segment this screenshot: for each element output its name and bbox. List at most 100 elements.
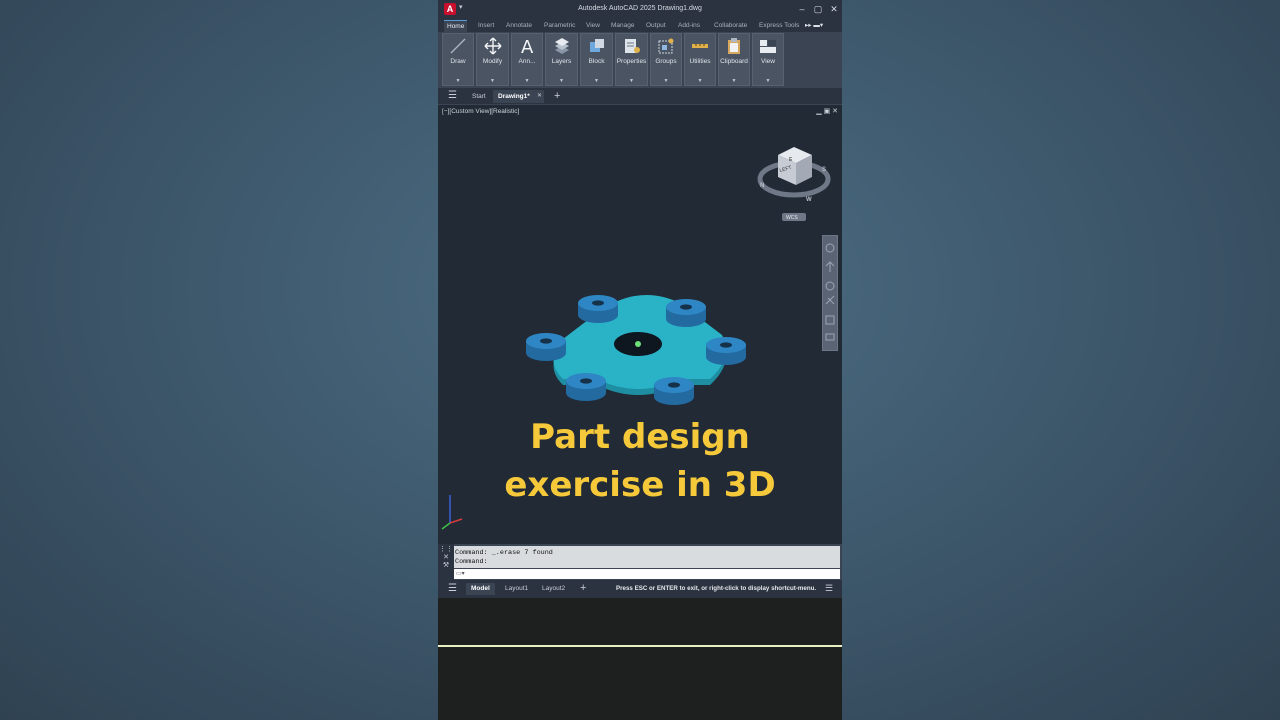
chevron-down-icon: ▼ [629, 78, 634, 84]
viewcube[interactable]: LEFT N W S E WCS [754, 139, 834, 229]
overlay-title-line2: exercise in 3D [504, 465, 776, 505]
more-tabs-icon[interactable]: ▸▸ ▬▾ [802, 20, 826, 32]
groups-icon [651, 37, 681, 55]
command-side-tools: ⋮⋮ ✕ ⚒ [438, 544, 454, 580]
window-title: Autodesk AutoCAD 2025 Drawing1.dwg [578, 5, 702, 12]
tab-output[interactable]: Output [643, 20, 669, 32]
command-history: Command: _.erase 7 found Command: [454, 546, 840, 568]
utilities-button[interactable]: Utilities ▼ [684, 33, 716, 86]
clipboard-icon [719, 37, 749, 55]
tab-add-ins[interactable]: Add-ins [675, 20, 703, 32]
orbit-icon[interactable] [825, 295, 835, 305]
zoom-icon[interactable] [825, 281, 835, 291]
command-history-line: Command: _.erase 7 found [455, 549, 553, 557]
part-3d-model[interactable] [520, 277, 756, 417]
viewport-controls-label[interactable]: [−][Custom View][Realistic] [442, 108, 519, 115]
tab-layout1[interactable]: Layout1 [500, 583, 533, 595]
boss-5[interactable] [566, 373, 606, 401]
drawing-viewport[interactable]: [−][Custom View][Realistic] ▁ ▣ ✕ LEFT N… [438, 104, 842, 545]
tab-model[interactable]: Model [466, 583, 495, 595]
command-history-line: Command: [455, 558, 488, 566]
chevron-down-icon: ▼ [524, 78, 530, 84]
tab-express-tools[interactable]: Express Tools [756, 20, 802, 32]
pan-icon[interactable] [825, 261, 835, 272]
tab-manage[interactable]: Manage [608, 20, 638, 32]
boss-6[interactable] [654, 377, 694, 405]
chevron-down-icon: ▼ [559, 78, 564, 84]
clipboard-label: Clipboard [720, 58, 748, 65]
ribbon-tab-bar: Home Insert Annotate Parametric View Man… [438, 18, 842, 33]
chevron-down-icon: ▼ [731, 78, 737, 84]
ucs-icon [441, 495, 463, 530]
status-message: Press ESC or ENTER to exit, or right-cli… [616, 585, 817, 592]
tab-layout2[interactable]: Layout2 [537, 583, 570, 595]
close-command-icon[interactable]: ✕ [438, 553, 454, 561]
tab-parametric[interactable]: Parametric [541, 20, 578, 32]
lower-screen-area [438, 598, 842, 720]
customize-wrench-icon[interactable]: ⚒ [438, 561, 454, 569]
chevron-down-icon: ▼ [765, 78, 771, 84]
compass-west-label: W [806, 197, 812, 203]
text-icon: A [512, 37, 542, 55]
annotation-label: Ann... [518, 58, 536, 65]
annotation-button[interactable]: A Ann... ▼ [511, 33, 543, 86]
viewport-window-controls[interactable]: ▁ ▣ ✕ [816, 107, 838, 115]
boss-4[interactable] [706, 337, 746, 365]
layout-status-bar: ☰ Model Layout1 Layout2 + Press ESC or E… [438, 580, 842, 598]
add-layout-button[interactable]: + [575, 583, 591, 595]
close-button[interactable]: ✕ [825, 2, 842, 16]
compass-north-label: N [760, 183, 764, 189]
block-button[interactable]: Block ▼ [580, 33, 613, 86]
block-icon [581, 37, 612, 55]
view-button[interactable]: View ▼ [752, 33, 784, 86]
status-menu-icon[interactable]: ☰ [825, 583, 833, 595]
chevron-down-icon: ▼ [455, 78, 461, 84]
navbar-menu-icon[interactable] [825, 333, 835, 341]
svg-text:A: A [521, 37, 534, 55]
highlight-line [438, 645, 842, 647]
grip-icon[interactable]: ⋮⋮ [438, 545, 454, 553]
chevron-down-icon: ▼ [663, 78, 669, 84]
layout-menu-icon[interactable]: ☰ [443, 583, 462, 595]
document-tab-bar: ☰ Start Drawing1* ✕ + [438, 88, 842, 104]
groups-label: Groups [655, 58, 677, 65]
measure-icon [685, 37, 715, 55]
utilities-label: Utilities [689, 58, 711, 65]
command-prompt-icon[interactable]: ▭▾ [456, 570, 465, 577]
move-icon [477, 37, 508, 55]
overlay-title-line1: Part design [530, 417, 750, 457]
block-label: Block [588, 58, 605, 65]
title-bar: A ▾ Autodesk AutoCAD 2025 Drawing1.dwg –… [438, 0, 842, 18]
properties-icon [616, 37, 647, 55]
wcs-label: WCS [786, 215, 798, 221]
clipboard-button[interactable]: Clipboard ▼ [718, 33, 750, 86]
tab-insert[interactable]: Insert [475, 20, 497, 32]
tab-view[interactable]: View [583, 20, 603, 32]
chevron-down-icon: ▼ [697, 78, 703, 84]
boss-3[interactable] [526, 333, 566, 361]
new-tab-button[interactable]: + [549, 90, 565, 103]
tab-start[interactable]: Start [467, 90, 491, 103]
modify-button[interactable]: Modify ▼ [476, 33, 509, 86]
boss-1[interactable] [578, 295, 618, 323]
hamburger-menu-icon[interactable]: ☰ [443, 90, 462, 103]
navigation-bar[interactable] [822, 235, 838, 351]
tab-annotate[interactable]: Annotate [503, 20, 535, 32]
properties-button[interactable]: Properties ▼ [615, 33, 648, 86]
showmotion-icon[interactable] [825, 315, 835, 325]
command-input[interactable]: ▭▾ [454, 569, 840, 579]
command-line: ⋮⋮ ✕ ⚒ Command: _.erase 7 found Command:… [438, 544, 842, 580]
close-tab-icon[interactable]: ✕ [532, 90, 547, 103]
center-point-icon [635, 341, 641, 347]
line-icon [443, 37, 473, 55]
steering-wheel-icon[interactable] [825, 243, 835, 253]
modify-label: Modify [482, 58, 503, 65]
boss-2[interactable] [666, 299, 706, 327]
draw-button[interactable]: Draw ▼ [442, 33, 474, 86]
tab-collaborate[interactable]: Collaborate [711, 20, 750, 32]
groups-button[interactable]: Groups ▼ [650, 33, 682, 86]
chevron-down-icon: ▼ [594, 78, 599, 84]
layers-button[interactable]: Layers ▼ [545, 33, 578, 86]
chevron-down-icon: ▼ [490, 78, 495, 84]
viewports-icon [753, 37, 783, 55]
